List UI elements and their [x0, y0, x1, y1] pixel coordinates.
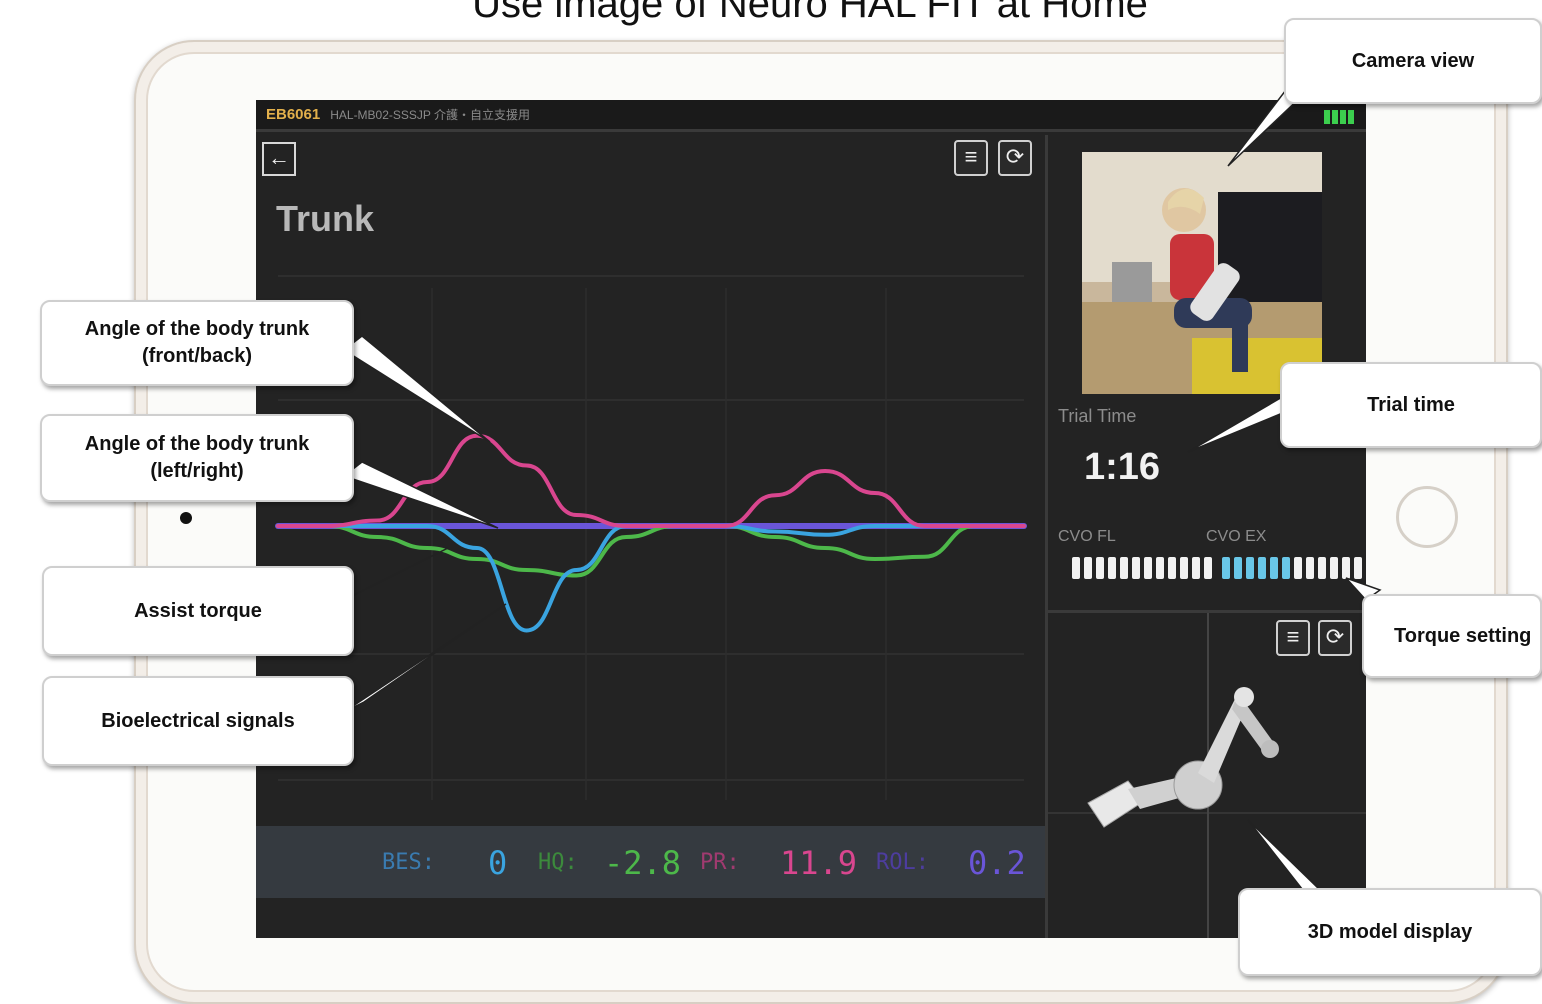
- level-segment: [1156, 557, 1164, 579]
- level-segment: [1180, 557, 1188, 579]
- pr-value: 11.9: [780, 844, 858, 882]
- callout-torque-setting: Torque setting: [1362, 594, 1542, 678]
- level-segment: [1120, 557, 1128, 579]
- callout-angle-front-back: Angle of the body trunk (front/back): [40, 300, 354, 386]
- value-readout: BES: 0 HQ: -2.8 PR: 11.9 ROL: 0.2: [256, 826, 1045, 898]
- cvo-ex-level-bars[interactable]: [1222, 557, 1366, 579]
- bes-label: BES:: [382, 850, 435, 875]
- trial-time-value: 1:16: [1084, 446, 1161, 488]
- rol-value: 0.2: [968, 844, 1026, 882]
- level-segment: [1282, 557, 1290, 579]
- rol-label: ROL:: [876, 850, 929, 875]
- level-segment: [1108, 557, 1116, 579]
- level-segment: [1318, 557, 1326, 579]
- series-line-1: [276, 524, 1026, 633]
- cvo-fl-label: CVO FL: [1058, 528, 1116, 545]
- level-segment: [1204, 557, 1212, 579]
- level-segment: [1258, 557, 1266, 579]
- series-line-0: [276, 433, 1026, 528]
- level-segment: [1330, 557, 1338, 579]
- marker-dot: [180, 512, 192, 524]
- level-segment: [1096, 557, 1104, 579]
- hq-label: HQ:: [538, 850, 578, 875]
- hq-value: -2.8: [604, 844, 682, 882]
- callout-3d-model-display: 3D model display: [1238, 888, 1542, 976]
- level-segment: [1192, 557, 1200, 579]
- callout-trial-time: Trial time: [1280, 362, 1542, 448]
- level-segment: [1144, 557, 1152, 579]
- level-segment: [1294, 557, 1302, 579]
- level-segment: [1354, 557, 1362, 579]
- callout-assist-torque: Assist torque: [42, 566, 354, 656]
- cvo-fl-level-bars[interactable]: [1072, 557, 1212, 579]
- level-segment: [1234, 557, 1242, 579]
- level-segment: [1222, 557, 1230, 579]
- pr-label: PR:: [700, 850, 740, 875]
- level-segment: [1168, 557, 1176, 579]
- bes-value: 0: [488, 844, 508, 882]
- camera-view: [1082, 152, 1322, 394]
- level-segment: [1270, 557, 1278, 579]
- callout-bioelectrical-signals: Bioelectrical signals: [42, 676, 354, 766]
- trial-time-label: Trial Time: [1058, 406, 1137, 426]
- cvo-ex-label: CVO EX: [1206, 528, 1267, 545]
- home-button[interactable]: [1396, 486, 1458, 548]
- callout-angle-left-right: Angle of the body trunk (left/right): [40, 414, 354, 502]
- level-segment: [1342, 557, 1350, 579]
- level-segment: [1072, 557, 1080, 579]
- level-segment: [1084, 557, 1092, 579]
- level-segment: [1132, 557, 1140, 579]
- level-segment: [1306, 557, 1314, 579]
- level-segment: [1246, 557, 1254, 579]
- app-screen: EB6061 HAL-MB02-SSSJP 介護・自立支援用 ← ≡ ⟳ Tru…: [256, 100, 1366, 938]
- callout-camera-view: Camera view: [1284, 18, 1542, 104]
- series-line-2: [276, 524, 1026, 578]
- battery-icon: [1324, 110, 1354, 124]
- signal-chart: [275, 275, 1027, 800]
